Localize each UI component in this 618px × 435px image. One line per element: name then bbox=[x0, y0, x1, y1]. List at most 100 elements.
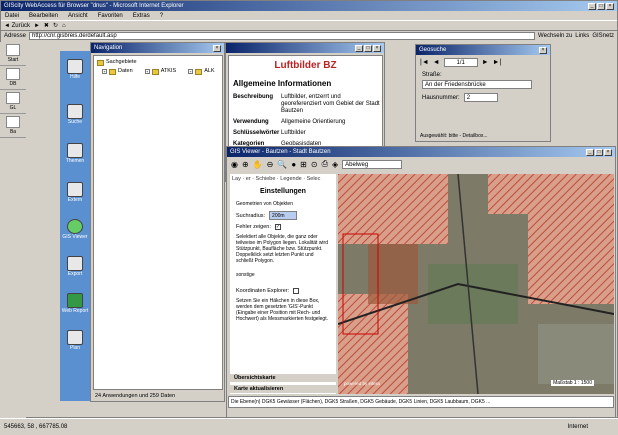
select-icon[interactable]: ⊙ bbox=[311, 160, 318, 169]
selection-hint: Selektiert alle Objekte, die ganz oder t… bbox=[236, 234, 328, 264]
info-icon[interactable]: ● bbox=[291, 160, 296, 169]
go-button[interactable]: Wechseln zu bbox=[538, 33, 572, 39]
maximize-button[interactable]: □ bbox=[595, 148, 603, 156]
back-label: Zurück bbox=[11, 22, 30, 29]
tree-item[interactable]: + ATKIS bbox=[135, 67, 176, 76]
street-select[interactable]: An der Friedensbrücke bbox=[422, 80, 532, 89]
app-sidebar: Hilfe Suche Themen Extern GIS Viewer Exp… bbox=[60, 51, 90, 401]
zoom-icon[interactable]: 🔍 bbox=[277, 160, 287, 169]
map-titlebar[interactable]: GIS Viewer - Bautzen - Stadt Bautzen _ □ × bbox=[227, 147, 615, 157]
radius-select[interactable]: 200m bbox=[269, 211, 298, 220]
minimize-button[interactable]: _ bbox=[586, 148, 594, 156]
maximize-button[interactable]: □ bbox=[597, 2, 605, 10]
print-icon[interactable]: ⎙ bbox=[322, 159, 328, 169]
menu-view[interactable]: Ansicht bbox=[68, 13, 88, 19]
house-label: Hausnummer: bbox=[422, 94, 460, 101]
taskbar-item-db[interactable]: DB bbox=[0, 66, 26, 90]
tree-titlebar[interactable]: Navigation × bbox=[91, 43, 224, 53]
address-bar: Adresse http://cnr.gisbreis.de/default.a… bbox=[1, 31, 617, 41]
zoom-out-icon[interactable]: ⊖ bbox=[267, 160, 274, 169]
links-item[interactable]: GISnetz bbox=[592, 33, 614, 39]
menu-favorites[interactable]: Favoriten bbox=[98, 13, 123, 19]
sidebar-label: Suche bbox=[67, 119, 83, 125]
search-footer: Ausgewählt: bitte - Detailbox... bbox=[420, 133, 488, 139]
option-geometry[interactable]: Geometrien von Objekten bbox=[230, 199, 336, 209]
sidebar-item-search[interactable]: Suche bbox=[60, 104, 90, 125]
house-row: Hausnummer: 2 bbox=[416, 89, 550, 106]
info-heading: Luftbilder BZ bbox=[274, 60, 337, 71]
browser-status-bar: 545663, 58 , 667785.08 Internet bbox=[0, 418, 618, 435]
layers-icon[interactable]: ◈ bbox=[332, 160, 338, 169]
sidebar-item-gis-viewer[interactable]: GIS Viewer bbox=[60, 219, 90, 240]
taskbar-item-gl[interactable]: GL bbox=[0, 90, 26, 114]
sidebar-item-plan[interactable]: Plan bbox=[60, 330, 90, 351]
expand-icon[interactable]: + bbox=[144, 69, 150, 74]
zoom-in-icon[interactable]: ⊕ bbox=[242, 160, 249, 169]
forward-icon[interactable]: ► bbox=[34, 23, 40, 29]
links-label[interactable]: Links bbox=[575, 33, 589, 39]
back-button[interactable]: ◄ Zurück bbox=[4, 23, 30, 29]
close-button[interactable]: × bbox=[373, 44, 381, 52]
measure-icon[interactable]: ⊞ bbox=[300, 160, 307, 169]
refresh-icon[interactable]: ↻ bbox=[53, 22, 58, 29]
tree-items: + Daten + ATKIS + ALK+Stadtgrundkarte Bautzen… bbox=[97, 67, 219, 76]
overview-button[interactable]: Übersichtskarte bbox=[230, 374, 336, 382]
tree-item[interactable]: + ALK bbox=[178, 67, 215, 76]
browser-titlebar[interactable]: GIScity WebAccess für Browser "dnus" - M… bbox=[1, 1, 617, 11]
sidebar-label: Themen bbox=[65, 158, 85, 164]
home-icon[interactable]: ⌂ bbox=[62, 23, 66, 29]
aerial-map[interactable]: Maßstab 1 : 1500 powered by intera bbox=[338, 174, 614, 394]
first-record-icon[interactable]: |◄ bbox=[420, 59, 429, 66]
search-titlebar[interactable]: Geosuche × bbox=[416, 45, 550, 55]
plan-icon bbox=[67, 330, 83, 345]
globe-icon[interactable]: ◉ bbox=[231, 160, 238, 169]
expand-icon[interactable]: + bbox=[188, 69, 194, 74]
sidebar-item-help[interactable]: Hilfe bbox=[60, 59, 90, 80]
location-combo[interactable]: Abelweg bbox=[342, 159, 403, 169]
map-scale: Maßstab 1 : 1500 bbox=[551, 380, 594, 386]
taskbar-item-ba[interactable]: Ba bbox=[0, 114, 26, 138]
house-select[interactable]: 2 bbox=[463, 93, 498, 102]
info-titlebar[interactable]: _ □ × bbox=[226, 43, 384, 53]
prev-record-icon[interactable]: ◄ bbox=[433, 59, 440, 66]
close-button[interactable]: × bbox=[604, 148, 612, 156]
menu-tools[interactable]: Extras bbox=[133, 13, 150, 19]
menu-edit[interactable]: Bearbeiten bbox=[29, 13, 58, 19]
window-icon bbox=[6, 68, 20, 80]
stop-icon[interactable]: ✖ bbox=[44, 22, 49, 29]
tree-window: Navigation × Sachgebiete + Daten + ATKIS + ALK… bbox=[90, 42, 225, 402]
close-button[interactable]: × bbox=[606, 2, 614, 10]
minimize-button[interactable]: _ bbox=[588, 2, 596, 10]
menu-help[interactable]: ? bbox=[160, 13, 163, 19]
minimize-button[interactable]: _ bbox=[355, 44, 363, 52]
option-other[interactable]: sonstige bbox=[230, 266, 336, 280]
sidebar-item-web-report[interactable]: Web Report bbox=[60, 293, 90, 314]
aerial-image bbox=[338, 174, 614, 394]
errors-checkbox[interactable]: ✓ bbox=[274, 224, 281, 230]
coords-checkbox[interactable] bbox=[293, 288, 300, 294]
info-key: Schlüsselwörter bbox=[233, 130, 280, 136]
last-record-icon[interactable]: ►| bbox=[493, 59, 502, 66]
pan-icon[interactable]: ✋ bbox=[253, 160, 263, 169]
taskbar-label: Start bbox=[7, 57, 19, 63]
tree-item[interactable]: +Stadtgrundkarte Bautzen bbox=[217, 67, 222, 76]
export-icon bbox=[67, 256, 83, 271]
sidebar-item-extern[interactable]: Extern bbox=[60, 182, 90, 203]
maximize-button[interactable]: □ bbox=[364, 44, 372, 52]
close-button[interactable]: × bbox=[539, 46, 547, 54]
menu-file[interactable]: Datei bbox=[5, 13, 19, 19]
close-button[interactable]: × bbox=[213, 44, 221, 52]
next-record-icon[interactable]: ► bbox=[482, 59, 489, 66]
taskbar-item-start[interactable]: Start bbox=[0, 42, 26, 66]
address-input[interactable]: http://cnr.gisbreis.de/default.asp bbox=[29, 32, 536, 40]
refresh-map-button[interactable]: Karte aktualisieren bbox=[230, 385, 336, 393]
expand-icon[interactable]: + bbox=[102, 69, 107, 74]
panel-tabs[interactable]: Lay · er · Schiebe · Legende · Selec bbox=[230, 174, 336, 184]
info-key: Verwendung bbox=[233, 119, 269, 125]
tree-item[interactable]: + Daten bbox=[97, 67, 133, 76]
tree-root[interactable]: Sachgebiete bbox=[97, 58, 219, 67]
settings-panel: Lay · er · Schiebe · Legende · Selec Ein… bbox=[230, 174, 336, 394]
sidebar-item-themes[interactable]: Themen bbox=[60, 143, 90, 164]
address-label: Adresse bbox=[4, 33, 27, 39]
sidebar-item-export[interactable]: Export bbox=[60, 256, 90, 277]
